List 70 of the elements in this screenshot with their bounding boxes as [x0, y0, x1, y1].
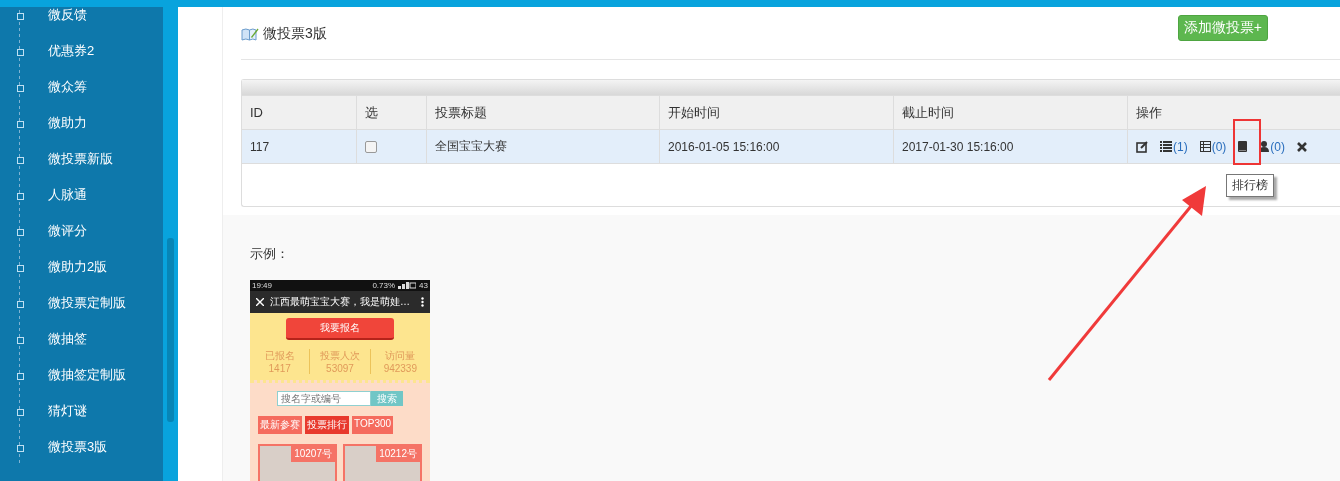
tree-node-icon	[16, 336, 24, 344]
tree-node-icon	[16, 228, 24, 236]
column-header: 截止时间	[894, 96, 1128, 129]
sidebar-item[interactable]: 微抽签定制版	[48, 366, 126, 384]
stat-value: 53097	[326, 363, 354, 374]
status-speed: 0.73%	[372, 281, 396, 290]
signal-icon	[398, 282, 417, 289]
table-cell: 2016-01-05 15:16:00	[660, 130, 894, 163]
column-header: 操作	[1135, 103, 1163, 122]
sidebar-item[interactable]: 微投票新版	[48, 150, 113, 168]
signup-button[interactable]: 我要报名	[286, 318, 394, 340]
example-label: 示例：	[250, 245, 290, 263]
table-cell: 117	[242, 130, 357, 163]
list-icon[interactable]	[1160, 141, 1172, 152]
tree-node-icon	[16, 408, 24, 416]
tooltip: 排行榜	[1226, 174, 1274, 197]
status-time: 19:49	[252, 281, 273, 290]
delete-icon[interactable]	[1297, 141, 1307, 152]
scrollbar-thumb[interactable]	[167, 238, 174, 422]
tree-node-icon	[16, 120, 24, 128]
column-header: ID	[242, 96, 357, 129]
sidebar-item[interactable]: 微助力	[48, 114, 87, 132]
tree-node-icon	[16, 84, 24, 92]
sidebar-item[interactable]: 微评分	[48, 222, 87, 240]
column-header: 选	[357, 96, 427, 129]
count-link[interactable]: (1)	[1173, 139, 1188, 154]
more-icon	[421, 297, 424, 307]
sidebar-item[interactable]: 优惠券2	[48, 42, 95, 60]
sidebar-item[interactable]: 微反馈	[48, 7, 87, 24]
tree-node-icon	[16, 444, 24, 452]
sidebar-item[interactable]: 微助力2版	[48, 258, 108, 276]
tree-node-icon	[16, 300, 24, 308]
tree-node-icon	[16, 192, 24, 200]
search-field[interactable]: 搜名字或编号	[277, 391, 371, 406]
entry-number-badge: 10212号	[376, 446, 420, 462]
sidebar-item[interactable]: 微抽签	[48, 330, 87, 348]
entry-number-badge: 10207号	[291, 446, 335, 462]
stat-label: 访问量	[385, 349, 416, 363]
edit-icon[interactable]	[1136, 140, 1148, 153]
count-link[interactable]: (0)	[1270, 139, 1285, 154]
tree-node-icon	[16, 372, 24, 380]
table-cell: 2017-01-30 15:16:00	[894, 130, 1128, 163]
tree-node-icon	[16, 264, 24, 272]
book-pencil-icon	[241, 27, 259, 41]
page-title: 微投票3版	[263, 25, 327, 43]
sidebar-item[interactable]: 微投票3版	[48, 438, 108, 456]
table-cell: 全国宝宝大赛	[427, 130, 660, 163]
sidebar-item[interactable]: 人脉通	[48, 186, 87, 204]
table-icon[interactable]	[1199, 141, 1211, 152]
count-link[interactable]: (0)	[1211, 139, 1227, 154]
sidebar-item[interactable]: 猜灯谜	[48, 402, 87, 420]
close-icon	[256, 298, 264, 306]
add-vote-button[interactable]: 添加微投票+	[1177, 15, 1268, 41]
row-checkbox[interactable]	[365, 140, 377, 153]
tree-node-icon	[16, 48, 24, 56]
sidebar-item[interactable]: 微众筹	[48, 78, 87, 96]
stat-value: 1417	[268, 363, 291, 374]
status-battery: 43	[419, 281, 428, 290]
column-header: 开始时间	[660, 96, 894, 129]
sidebar-item[interactable]: 微投票定制版	[48, 294, 126, 312]
book-icon[interactable]	[1238, 141, 1248, 152]
stat-label: 投票人次	[320, 349, 360, 363]
stat-label: 已报名	[264, 349, 295, 363]
user-icon[interactable]	[1259, 141, 1270, 152]
tree-node-icon	[16, 156, 24, 164]
highlight-frame	[1233, 119, 1261, 165]
stat-value: 942339	[383, 363, 417, 374]
column-header: 投票标题	[427, 96, 660, 129]
phone-page-title: 江西最萌宝宝大赛，我是萌娃…	[270, 295, 411, 309]
tree-node-icon	[16, 12, 24, 20]
